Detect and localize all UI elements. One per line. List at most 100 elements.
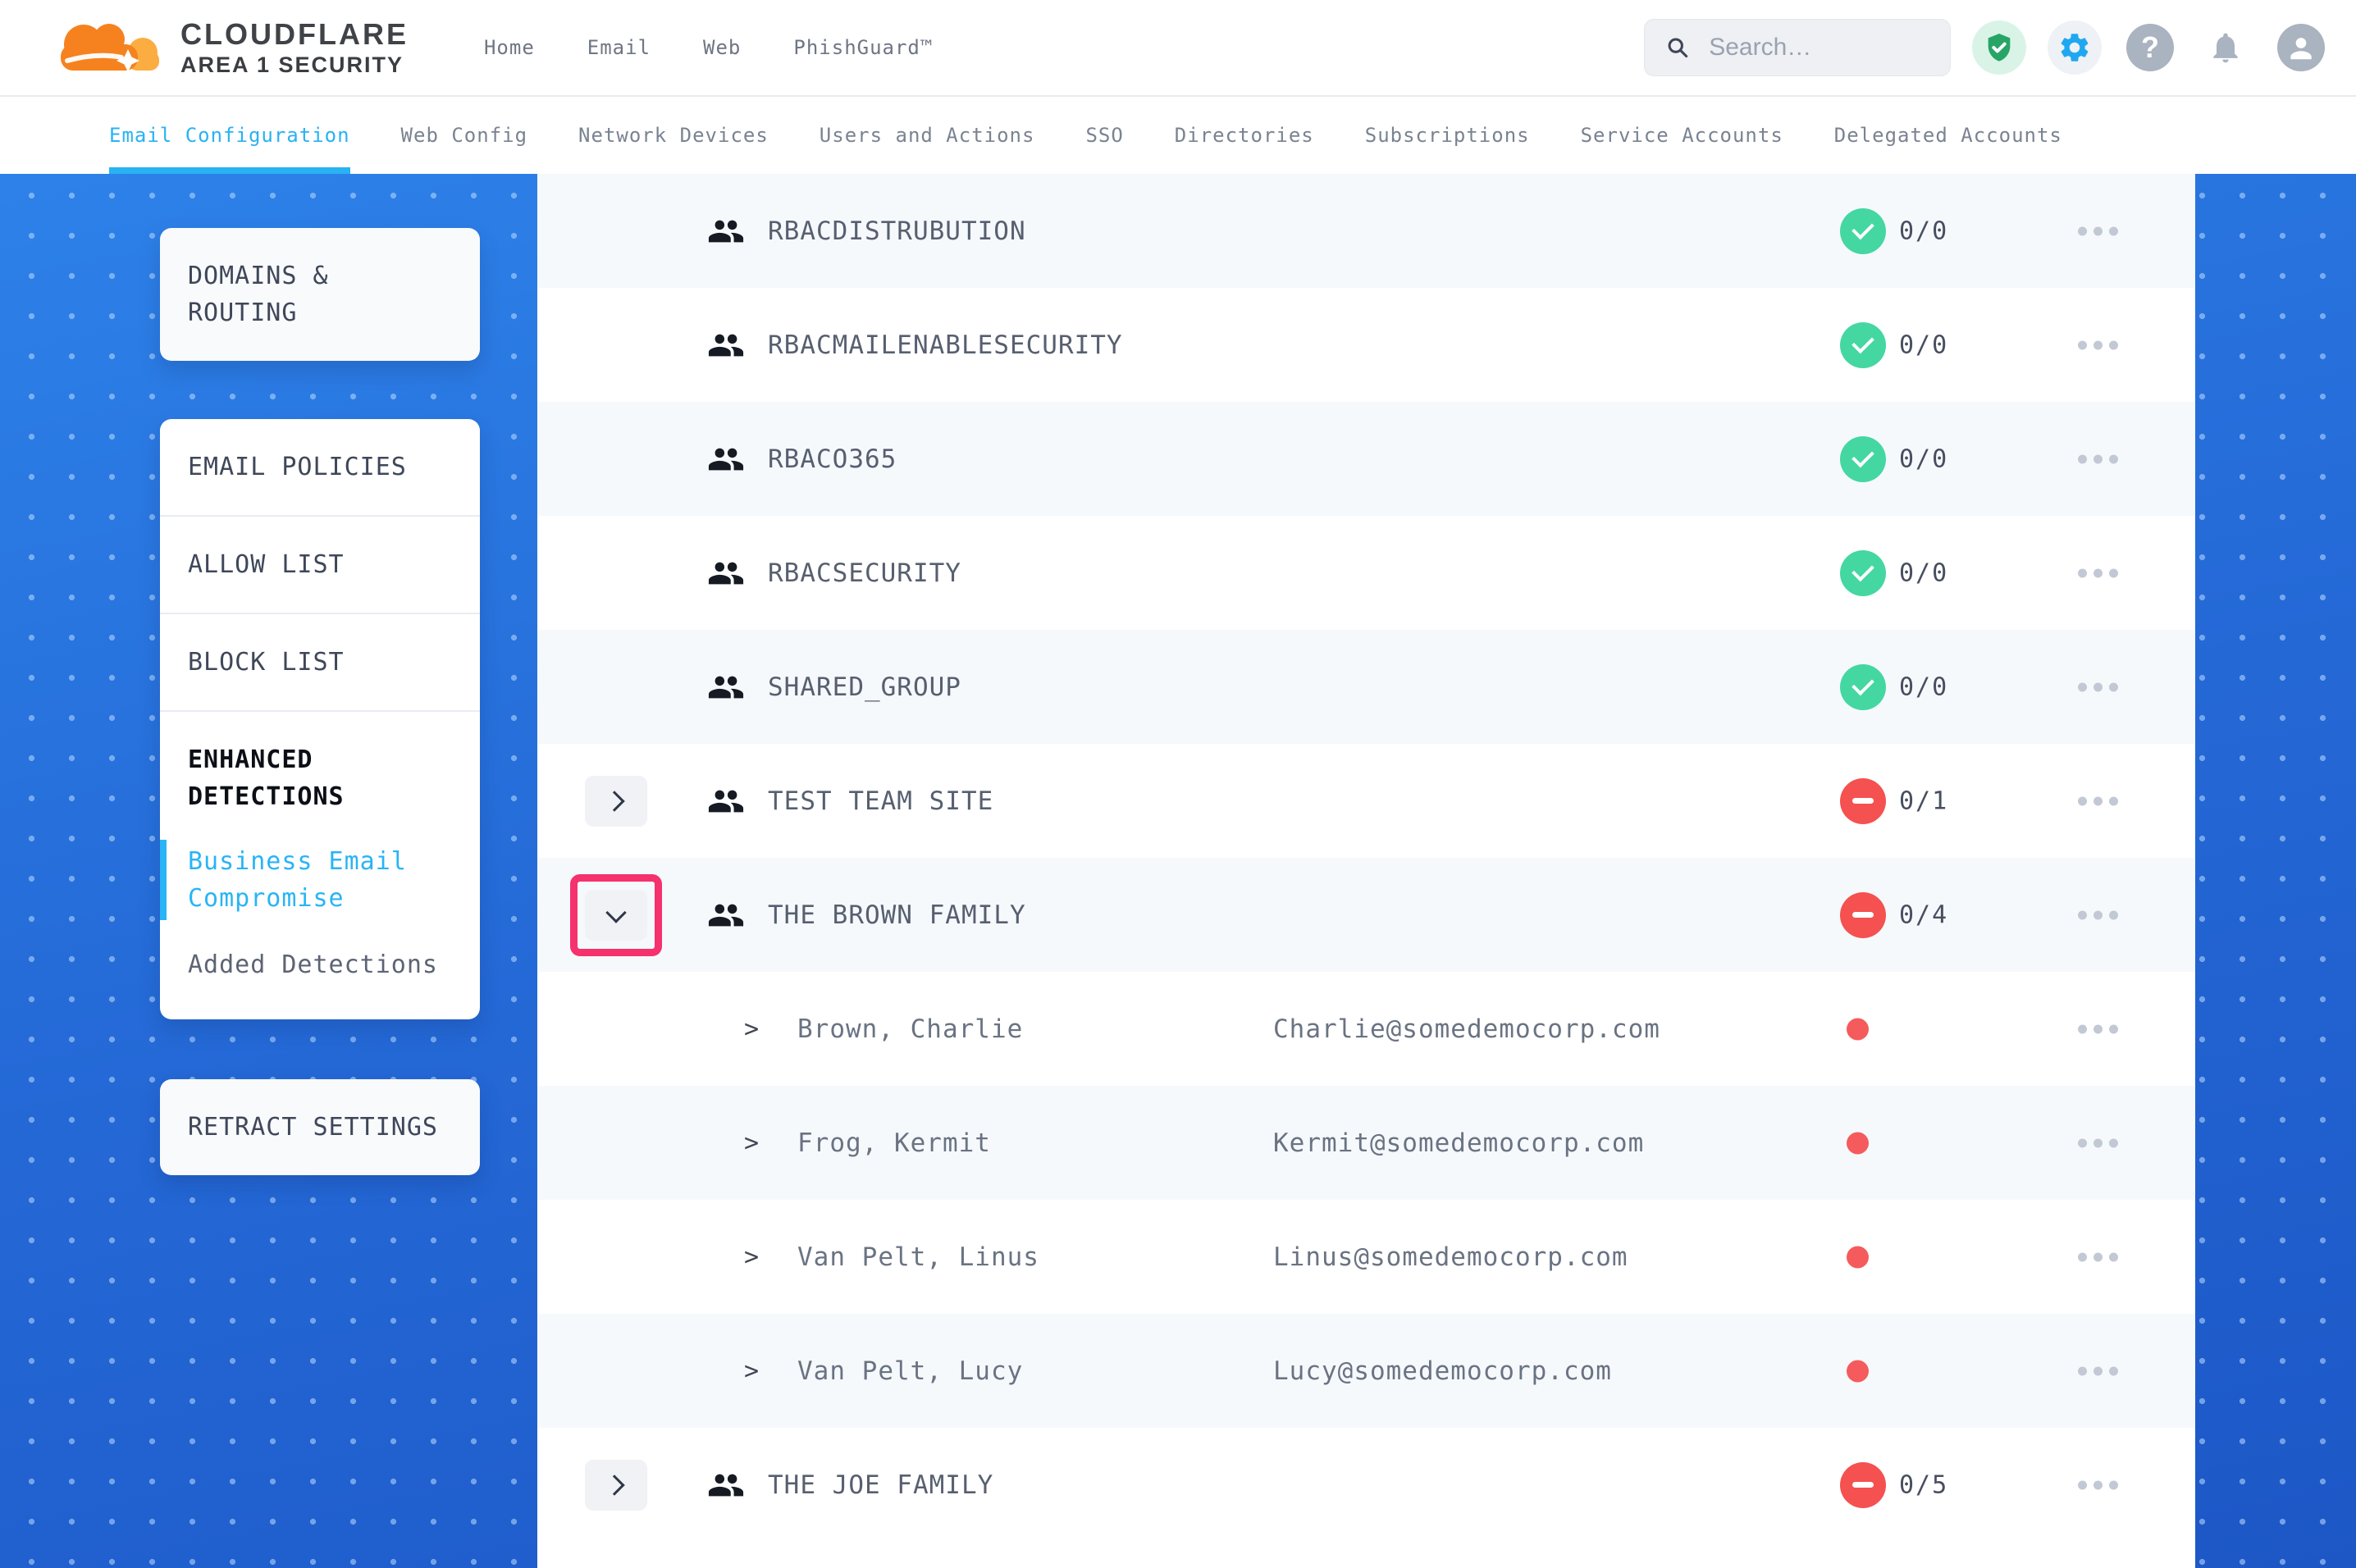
body-area: DOMAINS & ROUTING EMAIL POLICIESALLOW LI… — [0, 174, 2356, 1568]
row-menu-button[interactable] — [2070, 446, 2126, 472]
app-screen: CLOUDFLARE AREA 1 SECURITY Home Email Web P… — [0, 0, 2356, 1568]
sidebar-item-allow-list[interactable]: ALLOW LIST — [160, 515, 480, 613]
status-dot-badge — [1847, 1018, 1869, 1040]
table-row-group: THE JOE FAMILY0/5 — [537, 1428, 2195, 1542]
group-count: 0/0 — [1899, 330, 1948, 359]
member-chevron-icon[interactable]: > — [744, 1242, 759, 1271]
sidebar-item-added-detections[interactable]: Added Detections — [160, 943, 480, 1019]
status-blocked-badge — [1840, 778, 1886, 824]
account-button[interactable] — [2274, 21, 2328, 75]
nav-item-phishguard[interactable]: PhishGuard™ — [793, 36, 933, 59]
sidebar-item-retract-settings[interactable]: RETRACT SETTINGS — [160, 1079, 480, 1175]
row-menu-button[interactable] — [2070, 332, 2126, 358]
brand-text: CLOUDFLARE AREA 1 SECURITY — [180, 19, 409, 76]
status-ok-badge — [1840, 208, 1886, 254]
row-menu-button[interactable] — [2070, 1358, 2126, 1383]
chevron-right-icon — [604, 791, 624, 811]
tab-sso[interactable]: SSO — [1085, 97, 1123, 174]
brand-logo[interactable]: CLOUDFLARE AREA 1 SECURITY — [46, 13, 409, 82]
help-button[interactable]: ? — [2123, 21, 2177, 75]
expand-group-button[interactable] — [585, 776, 647, 827]
member-chevron-icon[interactable]: > — [744, 1014, 759, 1043]
check-icon — [1851, 673, 1874, 696]
table-row-group: THE BROWN FAMILY0/4 — [537, 858, 2195, 972]
search-box[interactable] — [1644, 19, 1951, 76]
sidebar-item-domains-routing[interactable]: DOMAINS & ROUTING — [160, 228, 480, 361]
table-filler — [537, 1542, 2195, 1568]
member-chevron-icon[interactable]: > — [744, 1356, 759, 1385]
table-row-member: >Frog, KermitKermit@somedemocorp.com — [537, 1086, 2195, 1200]
sidebar-section-enhanced-detections: ENHANCED DETECTIONS — [160, 710, 480, 815]
search-icon — [1666, 34, 1689, 62]
expand-group-button[interactable] — [585, 1460, 647, 1511]
notifications-button[interactable] — [2198, 21, 2253, 75]
cloudflare-cloud-icon — [46, 13, 169, 82]
group-name: RBACDISTRUBUTION — [768, 217, 1026, 246]
table-row-group: TEST TEAM SITE0/1 — [537, 744, 2195, 858]
settings-gear-button[interactable] — [2048, 21, 2102, 75]
sidebar-item-block-list[interactable]: BLOCK LIST — [160, 613, 480, 710]
tab-web-config[interactable]: Web Config — [401, 97, 528, 174]
question-mark-icon: ? — [2126, 24, 2174, 71]
group-count: 0/0 — [1899, 444, 1948, 473]
table-row-group: SHARED_GROUP0/0 — [537, 630, 2195, 744]
tab-directories[interactable]: Directories — [1175, 97, 1314, 174]
sidebar-card-retract-settings[interactable]: RETRACT SETTINGS — [160, 1079, 480, 1175]
nav-item-home[interactable]: Home — [484, 36, 535, 59]
bell-icon — [2208, 30, 2244, 66]
groups-table: RBACDISTRUBUTION0/0RBACMAILENABLESECURIT… — [537, 174, 2195, 1568]
row-menu-button[interactable] — [2070, 1130, 2126, 1155]
tab-users-and-actions[interactable]: Users and Actions — [820, 97, 1035, 174]
row-menu-button[interactable] — [2070, 1244, 2126, 1269]
sidebar-card-domains-routing[interactable]: DOMAINS & ROUTING — [160, 228, 480, 361]
tab-email-configuration[interactable]: Email Configuration — [109, 97, 350, 174]
tab-service-accounts[interactable]: Service Accounts — [1581, 97, 1783, 174]
member-name: Brown, Charlie — [797, 1014, 1023, 1044]
row-menu-button[interactable] — [2070, 788, 2126, 814]
member-email: Charlie@somedemocorp.com — [1273, 1014, 1660, 1044]
chevron-down-icon — [605, 902, 626, 923]
primary-nav: Home Email Web PhishGuard™ — [484, 36, 933, 59]
status-dot-badge — [1847, 1360, 1869, 1382]
group-icon — [707, 668, 745, 706]
group-icon — [707, 440, 745, 478]
row-menu-button[interactable] — [2070, 218, 2126, 244]
group-count: 0/0 — [1899, 558, 1948, 587]
tab-network-devices[interactable]: Network Devices — [578, 97, 769, 174]
group-name: RBACO365 — [768, 444, 897, 474]
row-menu-button[interactable] — [2070, 1472, 2126, 1497]
group-name: SHARED_GROUP — [768, 672, 961, 702]
group-icon — [707, 554, 745, 592]
table-row-group: RBACMAILENABLESECURITY 0/0 — [537, 288, 2195, 402]
table-row-group: RBACDISTRUBUTION0/0 — [537, 174, 2195, 288]
minus-icon — [1852, 798, 1874, 804]
row-menu-button[interactable] — [2070, 1016, 2126, 1042]
check-icon — [1851, 445, 1874, 468]
sidebar-item-business-email-compromise[interactable]: Business Email Compromise — [160, 840, 480, 920]
collapse-group-button[interactable] — [585, 890, 647, 941]
member-email: Kermit@somedemocorp.com — [1273, 1128, 1644, 1158]
check-icon — [1851, 331, 1874, 354]
table-row-member: > Brown, Charlie Charlie@somedemocorp.com — [537, 972, 2195, 1086]
member-name: Van Pelt, Lucy — [797, 1356, 1023, 1386]
status-blocked-badge — [1840, 1462, 1886, 1508]
security-shield-button[interactable] — [1972, 21, 2026, 75]
tab-subscriptions[interactable]: Subscriptions — [1365, 97, 1530, 174]
nav-item-email[interactable]: Email — [587, 36, 651, 59]
minus-icon — [1852, 1482, 1874, 1488]
row-menu-button[interactable] — [2070, 560, 2126, 586]
shield-check-icon — [1983, 31, 2016, 64]
row-menu-button[interactable] — [2070, 674, 2126, 700]
sidebar-item-email-policies[interactable]: EMAIL POLICIES — [160, 419, 480, 515]
sidebar-card-policies: EMAIL POLICIESALLOW LISTBLOCK LISTENHANC… — [160, 419, 480, 1019]
nav-item-web[interactable]: Web — [703, 36, 741, 59]
table-row-group: RBACSECURITY 0/0 — [537, 516, 2195, 630]
sidebar: DOMAINS & ROUTING EMAIL POLICIESALLOW LI… — [160, 174, 480, 1175]
row-menu-button[interactable] — [2070, 902, 2126, 928]
tab-delegated-accounts[interactable]: Delegated Accounts — [1834, 97, 2062, 174]
member-chevron-icon[interactable]: > — [744, 1128, 759, 1157]
group-name: RBACSECURITY — [768, 558, 961, 588]
group-name: RBACMAILENABLESECURITY — [768, 330, 1123, 360]
search-input[interactable] — [1707, 33, 1929, 62]
avatar-icon — [2277, 24, 2325, 71]
